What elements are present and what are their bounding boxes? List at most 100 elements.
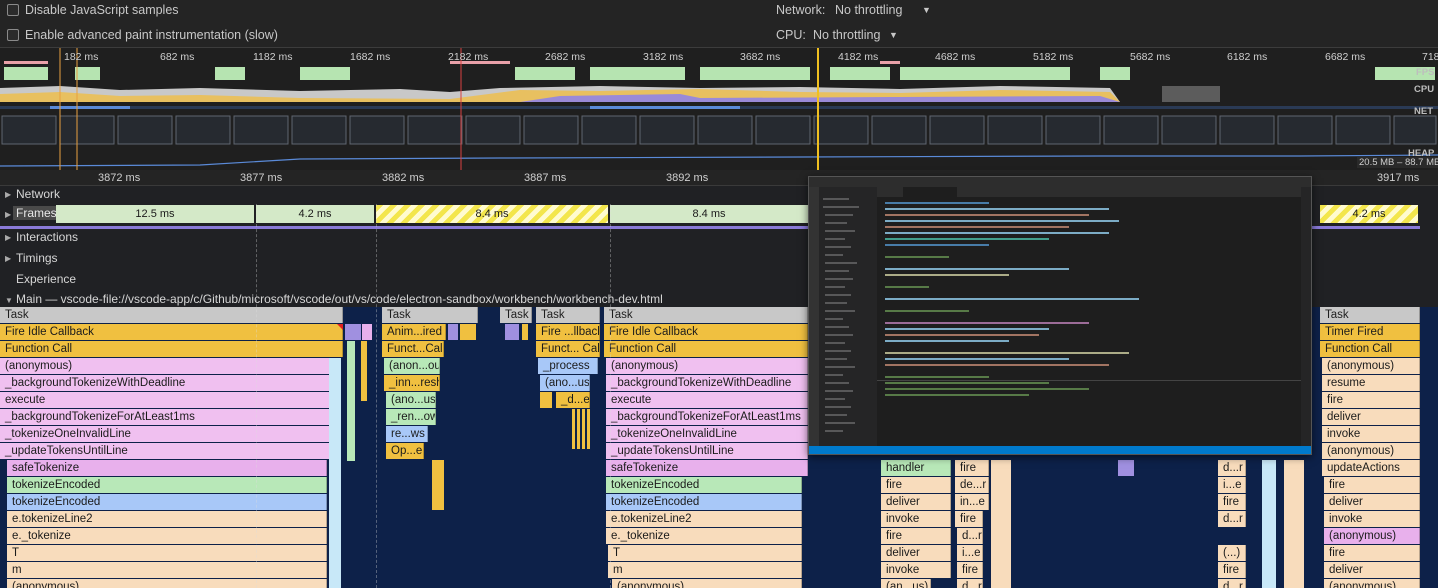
disable-js-samples-checkbox[interactable] [7,4,19,16]
flame-block[interactable]: safeTokenize [7,460,327,476]
flame-block[interactable]: resume [1322,375,1420,391]
flame-block[interactable]: _updateTokensUntilLine [606,443,808,459]
flame-block[interactable]: T [7,545,327,561]
flame-block[interactable]: invoke [1324,511,1420,527]
flame-block[interactable]: _ren...ows [386,409,436,425]
task-block[interactable]: Task [382,307,478,323]
flame-block[interactable]: execute [0,392,330,408]
flame-block[interactable]: Timer Fired [1320,324,1420,340]
flame-block[interactable]: T [608,545,802,561]
flame-block[interactable]: fire [955,460,989,476]
flame-block[interactable]: Function Call [0,341,343,357]
frame-block[interactable]: 8.4 ms [376,205,608,223]
flame-block[interactable]: _tokenizeOneInvalidLine [0,426,330,442]
task-block[interactable]: Task [604,307,808,323]
flame-block[interactable]: (...) [1218,545,1246,561]
flame-block[interactable]: Fire Idle Callback [0,324,343,340]
flame-block[interactable]: (ano...us) [386,392,436,408]
flame-block[interactable]: Anim...ired [382,324,446,340]
flame-block[interactable]: tokenizeEncoded [606,494,802,510]
flame-block[interactable]: deliver [881,545,951,561]
flame-block[interactable]: _tokenizeOneInvalidLine [606,426,808,442]
flame-block[interactable]: i...e [1218,477,1246,493]
flame-block[interactable]: e._tokenize [606,528,802,544]
flame-block[interactable]: e.tokenizeLine2 [606,511,802,527]
flame-block[interactable]: _process [538,358,598,374]
flame-block[interactable]: (anonymous) [7,579,327,588]
flame-block[interactable]: d...r [1218,579,1246,588]
flame-block[interactable]: Function Call [1320,341,1420,357]
flame-block[interactable]: de...r [955,477,989,493]
flame-block[interactable]: tokenizeEncoded [7,477,327,493]
flame-block[interactable]: (anonymous) [1324,528,1420,544]
flame-block[interactable]: in...e [955,494,989,510]
flame-block[interactable]: _inn...resh [384,375,440,391]
flame-block[interactable]: m [7,562,327,578]
flame-block[interactable]: safeTokenize [606,460,808,476]
flame-block[interactable]: d...r [1218,460,1246,476]
flame-block[interactable]: fire [881,477,951,493]
flame-block[interactable]: Op...e [386,443,424,459]
flame-block[interactable]: Funct...Call [382,341,444,357]
flame-block[interactable]: tokenizeEncoded [606,477,802,493]
advanced-paint-checkbox[interactable] [7,29,19,41]
flame-block[interactable]: fire [881,528,951,544]
flame-block[interactable]: (anonymous) [0,358,330,374]
flame-block[interactable]: (ano...us) [540,375,590,391]
flame-block[interactable]: _backgroundTokenizeForAtLeast1ms [0,409,330,425]
network-throttle-select[interactable]: No throttling ▼ [833,1,933,19]
flame-block[interactable]: _backgroundTokenizeWithDeadline [0,375,330,391]
flame-block[interactable]: (an...us) [881,579,931,588]
flame-block[interactable]: updateActions [1322,460,1420,476]
timeline-overview[interactable]: FPS CPU NET HEAP 182 ms 682 ms 1182 ms 1… [0,48,1438,170]
flame-block[interactable]: fire [957,562,983,578]
screenshot-thumbnail[interactable] [808,176,1312,455]
task-block[interactable]: Task [536,307,600,323]
task-block[interactable]: Task [500,307,532,323]
flame-block[interactable]: invoke [1322,426,1420,442]
flame-block[interactable]: fire [955,511,983,527]
flame-block[interactable]: execute [606,392,808,408]
flame-block[interactable]: Funct... Call [536,341,600,357]
flame-block[interactable]: (anonymous) [1322,358,1420,374]
flame-block[interactable]: Fire ...llback [536,324,600,340]
flame-block[interactable]: re...ws [386,426,428,442]
flame-block[interactable]: tokenizeEncoded [7,494,327,510]
flame-block[interactable]: d...r [957,528,983,544]
cpu-throttle-select[interactable]: No throttling ▼ [811,26,903,44]
task-block[interactable]: Task [0,307,343,323]
frame-block[interactable]: 4.2 ms [1320,205,1418,223]
flame-block[interactable]: handler [881,460,951,476]
flame-block[interactable]: e._tokenize [7,528,327,544]
flame-block[interactable]: invoke [881,511,951,527]
frame-block[interactable]: 4.2 ms [256,205,374,223]
flame-block[interactable]: Function Call [604,341,808,357]
flame-block[interactable]: fire [1324,477,1420,493]
flame-block[interactable]: _backgroundTokenizeForAtLeast1ms [606,409,808,425]
frame-block[interactable]: 12.5 ms [56,205,254,223]
flame-block[interactable]: fire [1324,545,1420,561]
flame-block[interactable]: deliver [1324,562,1420,578]
flame-block[interactable]: i...e [957,545,983,561]
flame-block[interactable]: (anon...ous) [384,358,440,374]
task-block[interactable]: Task [1320,307,1420,323]
frame-block[interactable]: 8.4 ms [610,205,808,223]
flame-block[interactable]: fire [1218,562,1246,578]
flame-block[interactable]: invoke [881,562,951,578]
flame-block[interactable]: Fire Idle Callback [604,324,808,340]
flame-block[interactable]: d...r [1218,511,1246,527]
flame-block[interactable]: deliver [1322,409,1420,425]
flame-block[interactable]: (anonymous) [1324,579,1420,588]
flame-block[interactable]: (anonymous) [1322,443,1420,459]
flame-block[interactable]: fire [1218,494,1246,510]
flame-block[interactable]: _backgroundTokenizeWithDeadline [606,375,808,391]
flame-block[interactable]: _updateTokensUntilLine [0,443,330,459]
flame-block[interactable]: _d...e [556,392,590,408]
flame-block[interactable]: d...r [957,579,983,588]
flame-block[interactable]: fire [1322,392,1420,408]
flame-block[interactable]: e.tokenizeLine2 [7,511,327,527]
flame-block[interactable]: deliver [1324,494,1420,510]
flame-block[interactable]: m [608,562,802,578]
flame-block[interactable]: (anonymous) [612,579,802,588]
flame-block[interactable]: deliver [881,494,951,510]
